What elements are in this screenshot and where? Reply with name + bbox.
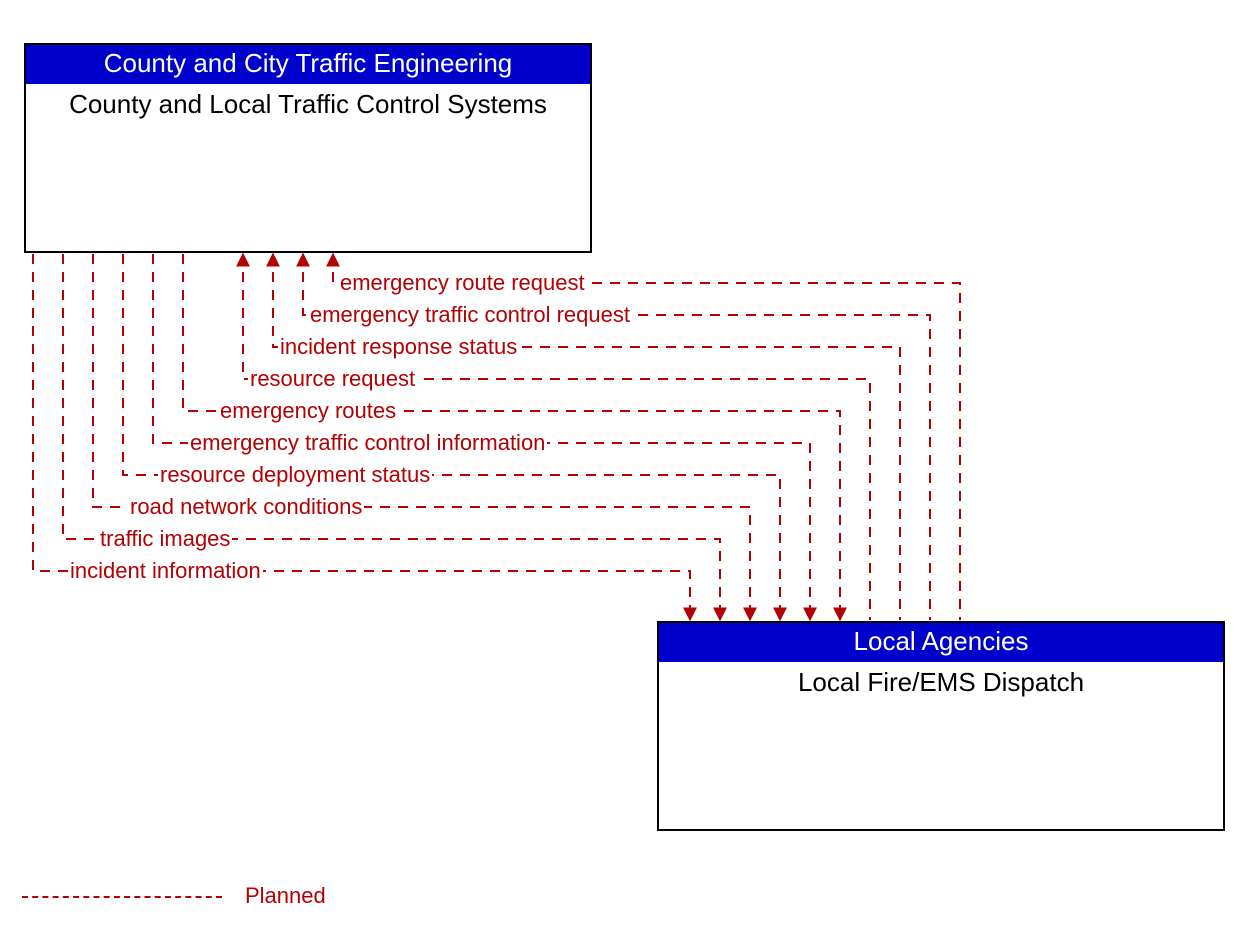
entity-county-traffic: County and City Traffic Engineering Coun… [24,43,592,253]
entity-local-fire-ems: Local Agencies Local Fire/EMS Dispatch [657,621,1225,831]
flow-label-incident-response-status: incident response status [278,334,519,360]
flow-label-emergency-traffic-control-information: emergency traffic control information [188,430,547,456]
flow-label-emergency-route-request: emergency route request [338,270,587,296]
flow-label-road-network-conditions: road network conditions [128,494,364,520]
legend-label-planned: Planned [245,883,326,909]
entity-header: Local Agencies [659,623,1223,662]
flow-label-emergency-routes: emergency routes [218,398,398,424]
flow-label-incident-information: incident information [68,558,263,584]
flow-label-resource-deployment-status: resource deployment status [158,462,432,488]
legend-line-planned [22,896,222,898]
flow-label-traffic-images: traffic images [98,526,232,552]
entity-header: County and City Traffic Engineering [26,45,590,84]
entity-body: Local Fire/EMS Dispatch [659,662,1223,698]
entity-body: County and Local Traffic Control Systems [26,84,590,120]
flow-label-emergency-traffic-control-request: emergency traffic control request [308,302,632,328]
flow-label-resource-request: resource request [248,366,417,392]
